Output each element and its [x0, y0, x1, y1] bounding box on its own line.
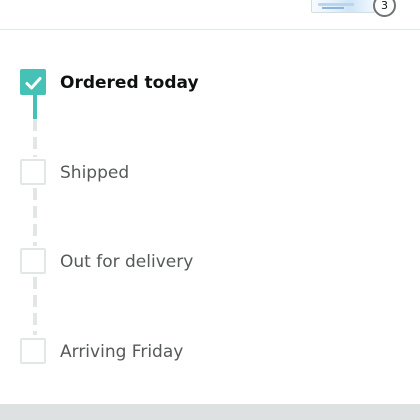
step-arriving-label: Arriving Friday — [60, 342, 184, 362]
step-ordered-label: Ordered today — [60, 73, 199, 93]
progress-line-pending — [33, 119, 37, 157]
step-out-for-delivery-label: Out for delivery — [60, 252, 194, 272]
check-icon — [25, 77, 42, 90]
step-ordered-checkbox — [20, 69, 46, 95]
delivery-progress-tracker: Ordered today Shipped Out for delivery A… — [0, 0, 420, 420]
progress-line-pending — [33, 188, 37, 246]
section-divider-bar — [0, 404, 420, 420]
step-out-for-delivery-checkbox — [20, 248, 46, 274]
progress-line-pending — [33, 277, 37, 335]
step-arriving-checkbox — [20, 338, 46, 364]
progress-line-completed — [33, 94, 37, 119]
step-shipped-label: Shipped — [60, 163, 130, 183]
step-shipped-checkbox — [20, 159, 46, 185]
